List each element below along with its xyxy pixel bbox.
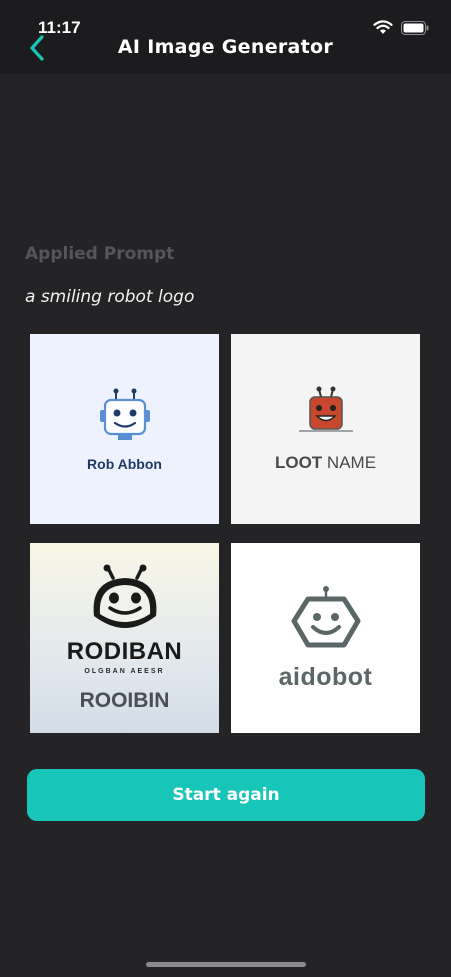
- page-title: AI Image Generator: [117, 36, 334, 58]
- logo-text-secondary: ROOIBIN: [79, 688, 170, 712]
- logo-text: RODIBAN: [66, 637, 183, 665]
- logo-text: Rob Abbon: [87, 456, 162, 472]
- result-image-1[interactable]: Rob Abbon: [30, 334, 219, 524]
- result-image-2[interactable]: LOOT NAME: [231, 334, 420, 524]
- logo-text: LOOT NAME: [275, 453, 376, 473]
- logo-tagline: OLGBAN AEESR: [84, 667, 165, 675]
- battery-icon: [401, 20, 429, 35]
- top-bar: 11:17 AI Image Generator: [0, 0, 451, 74]
- status-icons: [373, 20, 429, 35]
- prompt-text: a smiling robot logo: [25, 287, 195, 307]
- logo-text-rest: NAME: [322, 453, 377, 472]
- result-image-3[interactable]: RODIBAN OLGBAN AEESR ROOIBIN: [30, 543, 219, 733]
- logo-text: aidobot: [278, 662, 373, 691]
- robot-logo-icon: [93, 564, 156, 628]
- wifi-icon: [373, 20, 393, 34]
- applied-prompt-label: Applied Prompt: [25, 244, 175, 264]
- robot-logo-icon: [291, 585, 360, 647]
- result-image-4[interactable]: aidobot: [231, 543, 420, 733]
- home-indicator[interactable]: [146, 962, 306, 967]
- results-grid: Rob Abbon LOOT NAME RODIBAN OLGBAN AEESR…: [30, 334, 421, 733]
- logo-text-bold: LOOT: [274, 453, 323, 472]
- start-again-button[interactable]: Start again: [27, 769, 425, 821]
- robot-logo-icon: [298, 386, 353, 432]
- robot-logo-icon: [99, 388, 150, 440]
